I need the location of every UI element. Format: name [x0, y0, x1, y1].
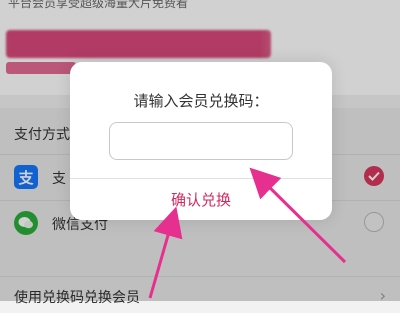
redeem-code-input[interactable]: [109, 122, 293, 160]
app-screen: 平台会员享受超级海量大片免费看 支付方式 支 支 微信支付 使用兑换码兑换会员 …: [0, 0, 400, 306]
dialog-title: 请输入会员兑换码：: [133, 92, 269, 110]
redeem-dialog: 请输入会员兑换码： 确认兑换: [70, 62, 332, 220]
confirm-redeem-button[interactable]: 确认兑换: [70, 179, 332, 220]
